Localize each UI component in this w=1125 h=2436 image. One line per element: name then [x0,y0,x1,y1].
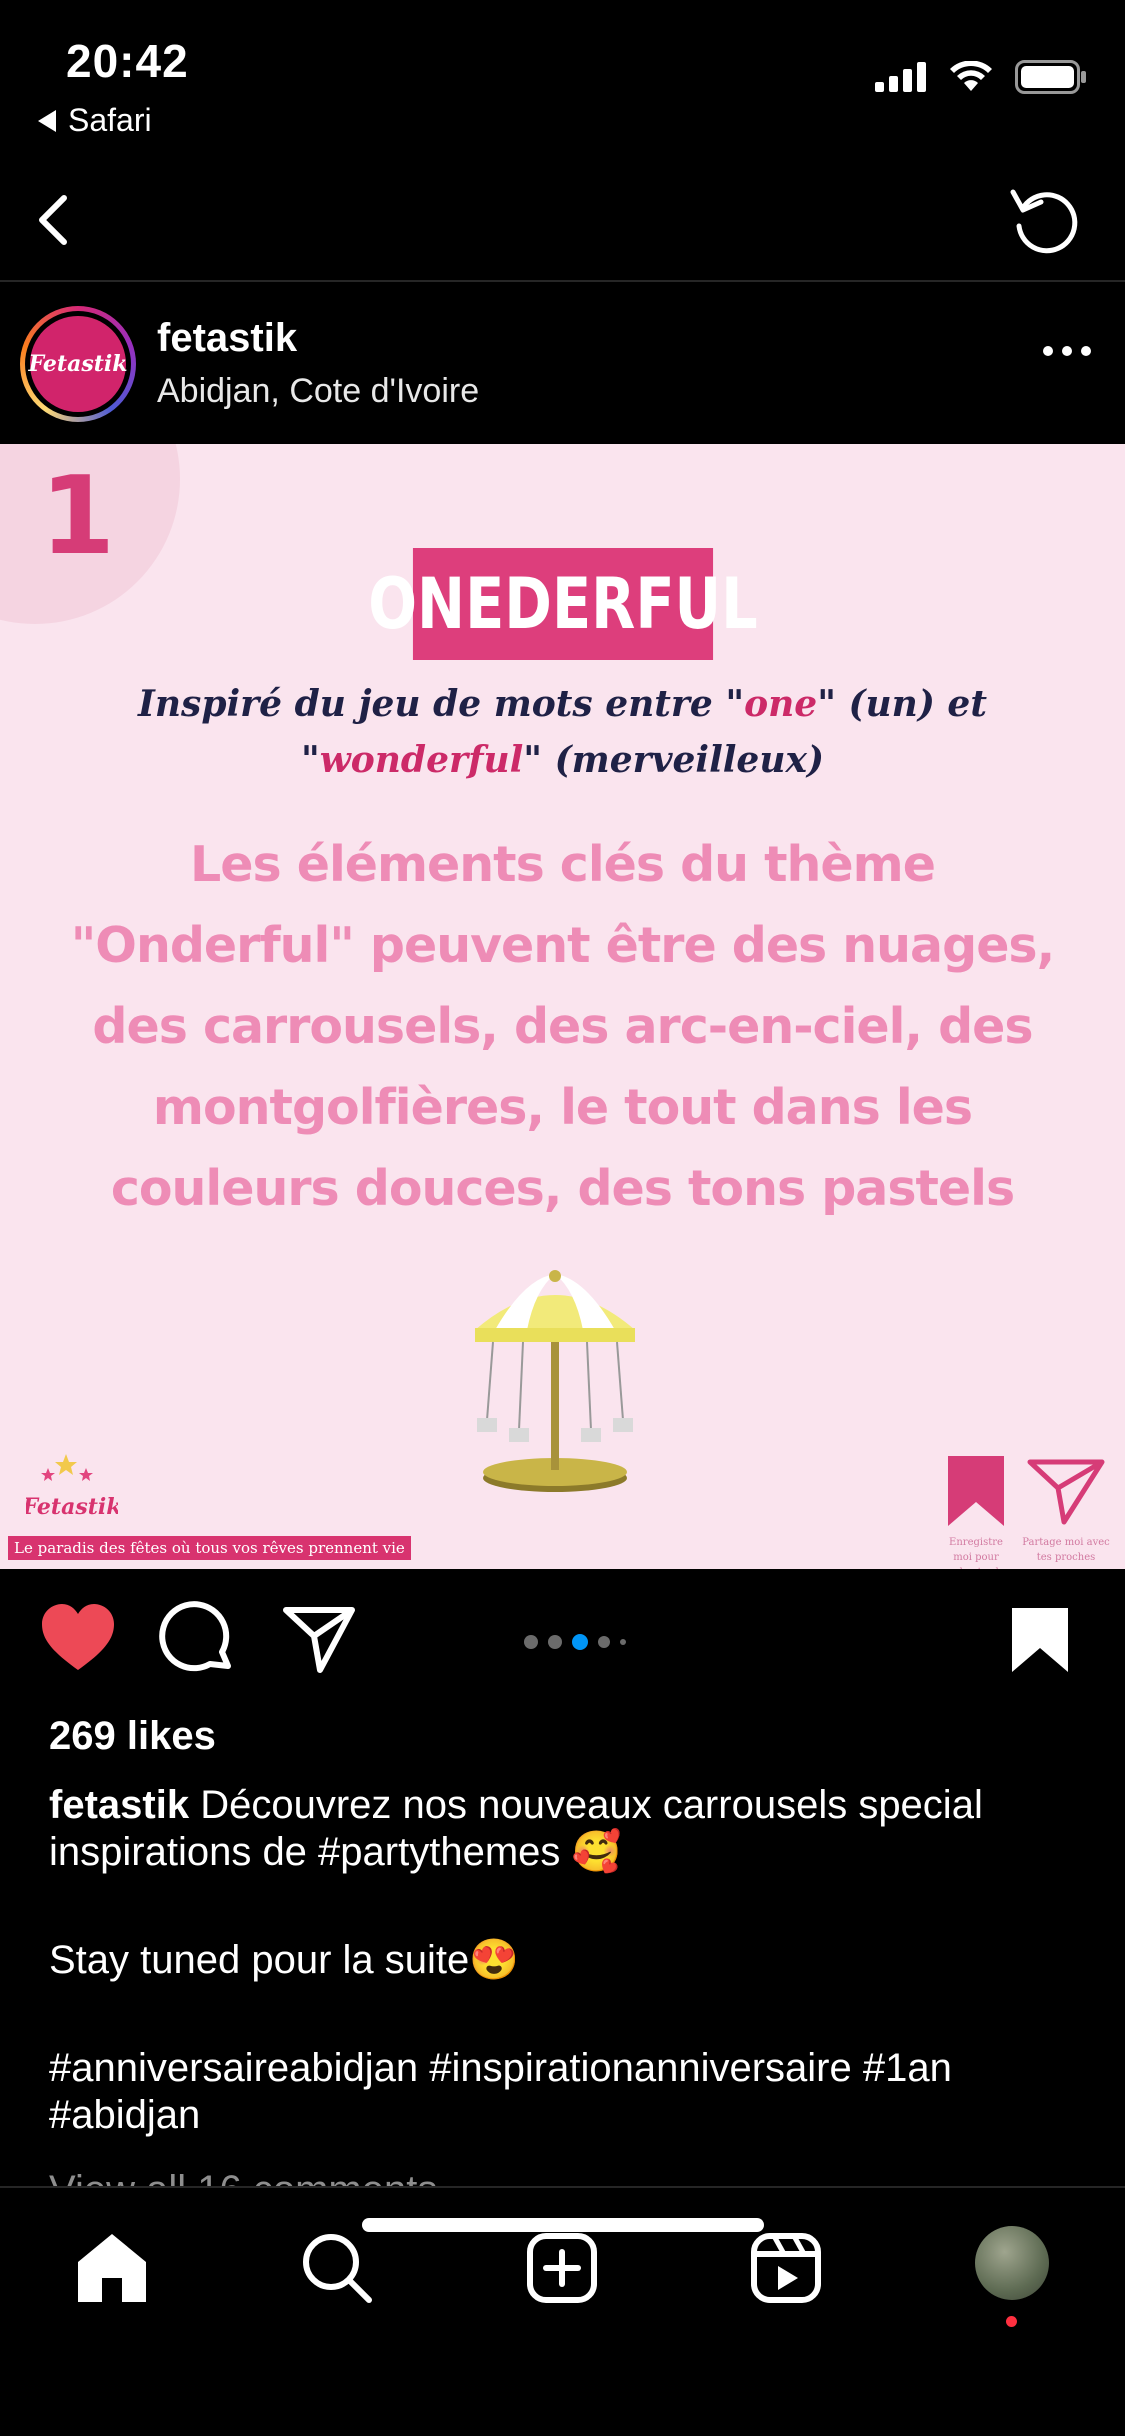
back-triangle-icon [38,109,56,132]
pager-dot [524,1635,538,1649]
fetastik-logo: Fetastik [26,1454,118,1520]
search-icon[interactable] [297,2228,377,2308]
refresh-icon[interactable] [1003,178,1087,262]
status-time: 20:42 [66,35,189,87]
bookmark-icon [948,1456,1004,1526]
comment-icon[interactable] [158,1600,238,1680]
share-icon[interactable] [280,1600,360,1680]
save-hint-label: Enregistre moi pour plus tard [949,1537,1003,1569]
pager-dot [598,1636,610,1648]
slide-number: 1 [40,454,116,579]
profile-avatar[interactable] [975,2226,1049,2300]
post-location[interactable]: Abidjan, Cote d'Ivoire [157,372,479,411]
create-icon[interactable] [522,2228,602,2308]
battery-icon [1015,60,1086,94]
share-hint-label: Partage moi avec tes proches [1022,1537,1110,1563]
story-ring[interactable]: Fetastik [20,306,136,422]
post-username[interactable]: fetastik [157,316,297,361]
share-hint: Partage moi avec tes proches [1018,1456,1114,1565]
caption-line-2: Stay tuned pour la suite😍 [49,1938,520,1982]
slide-title: ONEDERFUL [368,548,758,660]
view-comments-link[interactable]: View all 16 comments [49,2158,437,2188]
slide-body-text: Les éléments clés du thème "Onderful" pe… [70,836,1055,1217]
paper-plane-icon [1027,1459,1105,1525]
back-to-safari-link[interactable]: Safari [38,102,152,139]
wifi-icon [950,61,992,91]
post-caption: fetastik Découvrez nos nouveaux carrouse… [49,1782,1089,2200]
more-options-icon[interactable] [1043,346,1091,356]
save-bookmark-icon[interactable] [1000,1600,1080,1680]
carousel-pager [524,1634,626,1650]
likes-count[interactable]: 269 likes [49,1714,216,1759]
status-bar: 20:42 Safari [0,0,1125,160]
caption-hashtags[interactable]: #anniversaireabidjan #inspirationanniver… [49,2045,1089,2139]
slide-tagline: Le paradis des fêtes où tous vos rêves p… [8,1536,411,1560]
carousel-ride-illustration [475,1270,635,1492]
post-header: Fetastik fetastik Abidjan, Cote d'Ivoire [0,284,1125,444]
nav-bar [0,160,1125,282]
notification-dot [1006,2316,1017,2327]
cellular-signal-icon [875,62,926,92]
avatar: Fetastik [29,316,128,412]
back-chevron-icon[interactable] [22,180,92,260]
home-indicator [362,2218,764,2232]
caption-username[interactable]: fetastik [49,1783,189,1827]
pager-dot [572,1634,588,1650]
pager-dot [548,1635,562,1649]
save-hint: Enregistre moi pour plus tard [942,1456,1010,1569]
pager-dot [620,1639,626,1645]
post-image[interactable]: 1 ONEDERFUL Inspiré du jeu de mots entre… [0,444,1125,1569]
svg-text:Fetastik: Fetastik [26,1494,118,1520]
reels-icon[interactable] [746,2228,826,2308]
caption-text: Découvrez nos nouveaux carrousels specia… [49,1783,983,1874]
home-icon[interactable] [72,2228,152,2308]
slide-subtitle: Inspiré du jeu de mots entre "one" (un) … [138,683,987,781]
back-app-label: Safari [68,102,152,138]
system-icons [875,60,1087,94]
post-actions [0,1600,1125,1680]
heart-icon[interactable] [38,1600,118,1680]
